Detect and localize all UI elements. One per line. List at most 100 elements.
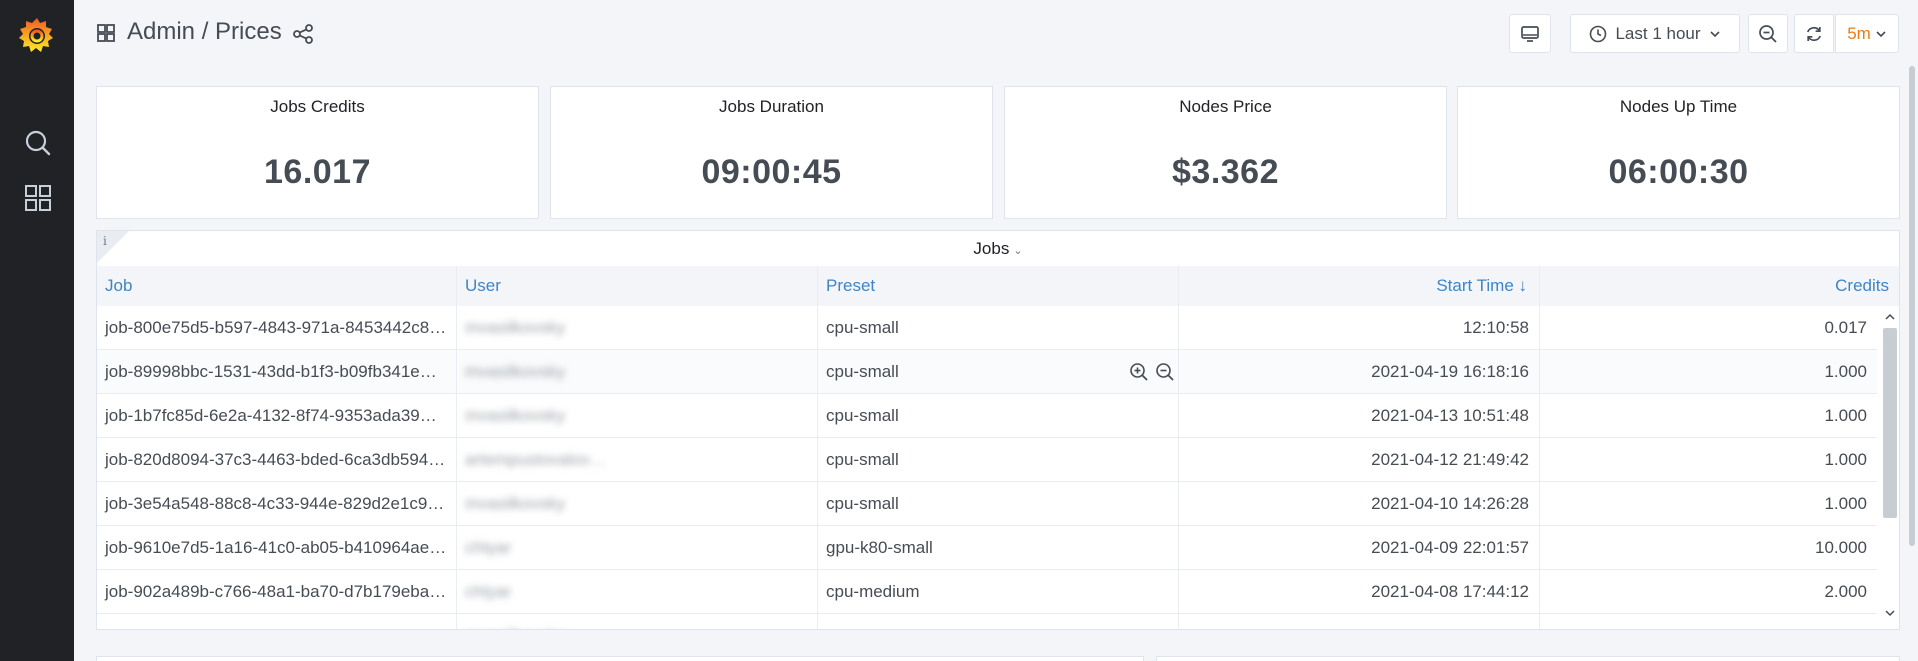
stat-title: Nodes Price [1179, 97, 1272, 116]
stat-panel-nodes-up-time[interactable]: Nodes Up Time 06:00:30 [1457, 86, 1900, 219]
cell-user[interactable]: mvasilkovsky [457, 350, 617, 394]
cell-start-time[interactable]: 2021-04-08 17:44:12 [1179, 570, 1540, 614]
next-panel-left [96, 656, 1144, 661]
cell-credits[interactable]: 2.000 [1540, 570, 1877, 614]
cell-job[interactable]: job-d644b-05-925b-46b1-95f9-5d0936-7… [97, 614, 457, 629]
dashboard-grid-icon [97, 24, 115, 42]
sidebar [0, 0, 74, 661]
table-row[interactable]: job-3e54a548-88c8-4c33-944e-829d2e1c9… mv… [97, 482, 1877, 526]
cell-start-time[interactable]: 2021-04-13 10:51:48 [1179, 394, 1540, 438]
page-scroll-thumb[interactable] [1909, 66, 1915, 546]
cell-credits[interactable]: 1.000 [1540, 394, 1877, 438]
cell-job[interactable]: job-9610e7d5-1a16-41c0-ab05-b410964ae… [97, 526, 457, 570]
cell-job[interactable]: job-820d8094-37c3-4463-bded-6ca3db594… [97, 438, 457, 482]
breadcrumb[interactable]: Admin / Prices [127, 18, 282, 46]
cell-preset[interactable]: cpu-medium [818, 570, 1179, 614]
cell-credits[interactable]: 1.000 [1540, 438, 1877, 482]
cell-user-wrapper: mvasilkovsky [457, 482, 818, 526]
stat-value: 16.017 [264, 153, 371, 191]
scroll-thumb[interactable] [1883, 328, 1897, 518]
table-scrollbar[interactable] [1879, 306, 1899, 629]
cell-start-time[interactable]: 2021-04-10 14:26:28 [1179, 482, 1540, 526]
scroll-down-icon[interactable] [1884, 607, 1896, 619]
refresh-interval-label: 5m [1847, 23, 1871, 43]
time-range-label: Last 1 hour [1615, 23, 1701, 43]
cell-job[interactable]: job-902a489b-c766-48a1-ba70-d7b179eba… [97, 570, 457, 614]
cell-user[interactable]: chtyar [457, 526, 617, 570]
cell-job[interactable]: job-3e54a548-88c8-4c33-944e-829d2e1c9… [97, 482, 457, 526]
chevron-down-icon: ⌄ [1013, 245, 1023, 257]
zoom-out-icon [1759, 24, 1777, 43]
page-scrollbar[interactable] [1906, 0, 1918, 661]
cell-preset[interactable]: cpu-small [818, 438, 1179, 482]
filter-for-value-icon[interactable] [1129, 362, 1149, 382]
table-row[interactable]: job-89998bbc-1531-43dd-b1f3-b09fb341e… mv… [97, 350, 1877, 394]
chevron-down-icon [1876, 30, 1886, 37]
cell-user[interactable]: artempustovalovsky [457, 438, 617, 482]
cell-job[interactable]: job-89998bbc-1531-43dd-b1f3-b09fb341e… [97, 350, 457, 394]
column-header-preset[interactable]: Preset [818, 266, 1179, 306]
cell-user[interactable]: mvasilkovsky [457, 306, 617, 350]
cell-user-wrapper: artempustovalovsky [457, 438, 818, 482]
cell-start-time[interactable]: 2021-03-25 09:40:33 [1179, 614, 1540, 629]
zoom-out-button[interactable] [1748, 14, 1788, 53]
table-row[interactable]: job-800e75d5-b597-4843-971a-8453442c8… mv… [97, 306, 1877, 350]
filter-out-value-icon[interactable] [1155, 362, 1175, 382]
cell-job[interactable]: job-1b7fc85d-6e2a-4132-8f74-9353ada39… [97, 394, 457, 438]
jobs-table-panel: i Jobs ⌄ Job User Preset Start Time ↓ Cre… [96, 230, 1900, 630]
cell-preset[interactable]: cpu-small [818, 614, 1179, 629]
cell-credits[interactable]: 1.000 [1540, 350, 1877, 394]
panel-title[interactable]: Jobs ⌄ [97, 239, 1899, 259]
stat-panel-jobs-credits[interactable]: Jobs Credits 16.017 [96, 86, 539, 219]
cell-preset[interactable]: cpu-small [818, 482, 1179, 526]
stat-title: Nodes Up Time [1619, 97, 1738, 116]
column-header-credits[interactable]: Credits [1540, 266, 1899, 306]
stat-value: 06:00:30 [1608, 153, 1749, 191]
cell-start-time[interactable]: 12:10:58 [1179, 306, 1540, 350]
chevron-down-icon [1709, 30, 1720, 37]
grafana-logo-icon[interactable] [17, 15, 57, 55]
cell-user[interactable]: mvasilkovsky [457, 614, 617, 629]
stat-panel-nodes-price[interactable]: Nodes Price $3.362 [1004, 86, 1447, 219]
next-panel-right [1156, 656, 1900, 661]
cell-user[interactable]: chtyar [457, 570, 617, 614]
cell-credits[interactable]: 2 [1540, 614, 1877, 629]
refresh-interval-picker[interactable]: 5m [1835, 14, 1899, 53]
stat-panel-jobs-duration[interactable]: Jobs Duration 09:00:45 [550, 86, 993, 219]
search-icon[interactable] [23, 128, 53, 158]
cell-start-time[interactable]: 2021-04-19 16:18:16 [1179, 350, 1540, 394]
stat-title: Jobs Duration [719, 97, 824, 116]
cell-credits[interactable]: 1.000 [1540, 482, 1877, 526]
clock-icon [1590, 25, 1607, 42]
table-row[interactable]: job-1b7fc85d-6e2a-4132-8f74-9353ada39… mv… [97, 394, 1877, 438]
share-icon[interactable] [292, 23, 314, 45]
column-header-user[interactable]: User [457, 266, 818, 306]
column-header-job[interactable]: Job [97, 266, 457, 306]
tv-mode-button[interactable] [1509, 14, 1551, 53]
cell-job[interactable]: job-800e75d5-b597-4843-971a-8453442c8… [97, 306, 457, 350]
time-range-picker[interactable]: Last 1 hour [1570, 14, 1740, 53]
panel-title-label: Jobs [973, 239, 1010, 258]
scroll-up-icon[interactable] [1884, 311, 1896, 323]
table-row[interactable]: job-820d8094-37c3-4463-bded-6ca3db594… ar… [97, 438, 1877, 482]
cell-user-wrapper: mvasilkovsky [457, 306, 818, 350]
cell-start-time[interactable]: 2021-04-09 22:01:57 [1179, 526, 1540, 570]
cell-credits[interactable]: 0.017 [1540, 306, 1877, 350]
stat-value: $3.362 [1172, 153, 1279, 191]
cell-preset[interactable]: cpu-small [818, 306, 1179, 350]
table-row[interactable]: job-902a489b-c766-48a1-ba70-d7b179eba… ch… [97, 570, 1877, 614]
cell-preset[interactable]: gpu-k80-small [818, 526, 1179, 570]
stat-title: Jobs Credits [270, 97, 365, 116]
column-header-start-time[interactable]: Start Time ↓ [1179, 266, 1540, 306]
table-row[interactable]: job-d644b-05-925b-46b1-95f9-5d0936-7…mva… [97, 614, 1877, 629]
cell-credits[interactable]: 10.000 [1540, 526, 1877, 570]
cell-preset[interactable]: cpu-small [818, 394, 1179, 438]
tv-mode-icon [1521, 25, 1539, 42]
cell-start-time[interactable]: 2021-04-12 21:49:42 [1179, 438, 1540, 482]
dashboards-grid-icon[interactable] [23, 183, 53, 213]
cell-user[interactable]: mvasilkovsky [457, 482, 617, 526]
refresh-button[interactable] [1794, 14, 1834, 53]
cell-preset[interactable]: cpu-small [818, 350, 1179, 394]
table-row[interactable]: job-9610e7d5-1a16-41c0-ab05-b410964ae… ch… [97, 526, 1877, 570]
cell-user[interactable]: mvasilkovsky [457, 394, 617, 438]
